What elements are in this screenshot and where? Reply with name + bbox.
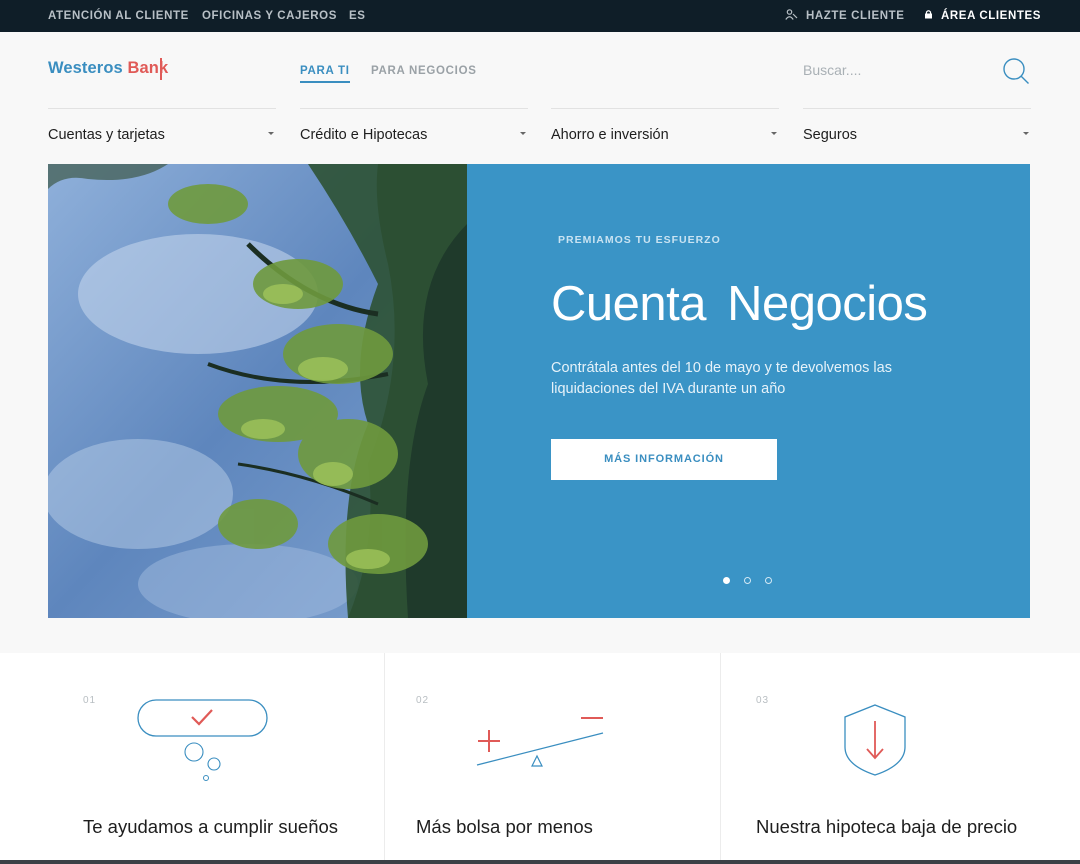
become-client-link[interactable]: HAZTE CLIENTE (785, 0, 905, 32)
offices-link[interactable]: OFICINAS Y CAJEROS (202, 0, 337, 32)
feature-number: 02 (416, 695, 430, 706)
balance-plus-minus-icon (476, 717, 604, 767)
segment-tab-para-ti[interactable]: PARA TI (300, 65, 350, 83)
person-icon (785, 9, 798, 20)
feature-card-3[interactable]: 03 Nuestra hipoteca baja de precio (720, 653, 1080, 864)
search-input[interactable]: Buscar.... (803, 62, 861, 78)
feature-number: 01 (83, 695, 97, 706)
page-bottom-edge (0, 860, 1080, 864)
chevron-down-icon (520, 132, 526, 135)
feature-title: Más bolsa por menos (416, 816, 593, 837)
logo-accent-bar (160, 58, 162, 80)
nav-category-cuentas[interactable]: Cuentas y tarjetas (48, 108, 276, 158)
chevron-down-icon (268, 132, 274, 135)
client-area-label: ÁREA CLIENTES (941, 10, 1042, 22)
segment-tab-para-negocios[interactable]: PARA NEGOCIOS (371, 65, 477, 77)
chevron-down-icon (1023, 132, 1029, 135)
hero-description: Contrátala antes del 10 de mayo y te dev… (551, 360, 892, 397)
carousel-dot-2[interactable] (744, 577, 751, 584)
logo-text-westeros: Westeros (48, 59, 123, 77)
lock-icon (925, 10, 932, 19)
features-section: 01 Te ayudamos a cumplir sueños 02 Más b… (0, 653, 1080, 864)
client-area-link[interactable]: ÁREA CLIENTES (924, 0, 1041, 32)
header: Westeros Bank PARA TI PARA NEGOCIOS Busc… (0, 32, 1080, 158)
language-selector[interactable]: ES (349, 0, 366, 32)
carousel-dot-1[interactable] (723, 577, 730, 584)
nav-category-label: Ahorro e inversión (551, 127, 669, 143)
more-info-button[interactable]: MÁS INFORMACIÓN (551, 439, 777, 480)
hero-title: Cuenta Negocios (551, 277, 928, 331)
search-icon[interactable] (1001, 56, 1031, 86)
top-bar: ATENCIÓN AL CLIENTE OFICINAS Y CAJEROS E… (0, 0, 1080, 32)
hero-image (48, 164, 467, 618)
feature-card-2[interactable]: 02 Más bolsa por menos (384, 653, 720, 864)
feature-title: Nuestra hipoteca baja de precio (756, 816, 1018, 837)
hero-carousel: PREMIAMOS TU ESFUERZO Cuenta Negocios Co… (48, 164, 1030, 618)
customer-service-link[interactable]: ATENCIÓN AL CLIENTE (48, 0, 189, 32)
logo-text-bank: Bank (127, 59, 169, 77)
become-client-label: HAZTE CLIENTE (806, 10, 905, 22)
bank-logo[interactable]: Westeros Bank (48, 59, 168, 78)
nav-category-label: Crédito e Hipotecas (300, 127, 428, 143)
chevron-down-icon (771, 132, 777, 135)
nav-category-label: Seguros (803, 127, 858, 143)
nav-category-label: Cuentas y tarjetas (48, 127, 165, 143)
checkmark-bubble-icon (137, 699, 268, 781)
nav-category-ahorro[interactable]: Ahorro e inversión (551, 108, 779, 158)
hero-eyebrow: PREMIAMOS TU ESFUERZO (558, 234, 721, 246)
nav-category-seguros[interactable]: Seguros (803, 108, 1031, 158)
shield-down-arrow-icon (844, 704, 906, 776)
nav-category-credito[interactable]: Crédito e Hipotecas (300, 108, 528, 158)
feature-title: Te ayudamos a cumplir sueños (83, 816, 339, 837)
feature-number: 03 (756, 695, 770, 706)
feature-card-1[interactable]: 01 Te ayudamos a cumplir sueños (48, 653, 384, 864)
carousel-dot-3[interactable] (765, 577, 772, 584)
hero-panel: PREMIAMOS TU ESFUERZO Cuenta Negocios Co… (467, 164, 1030, 618)
